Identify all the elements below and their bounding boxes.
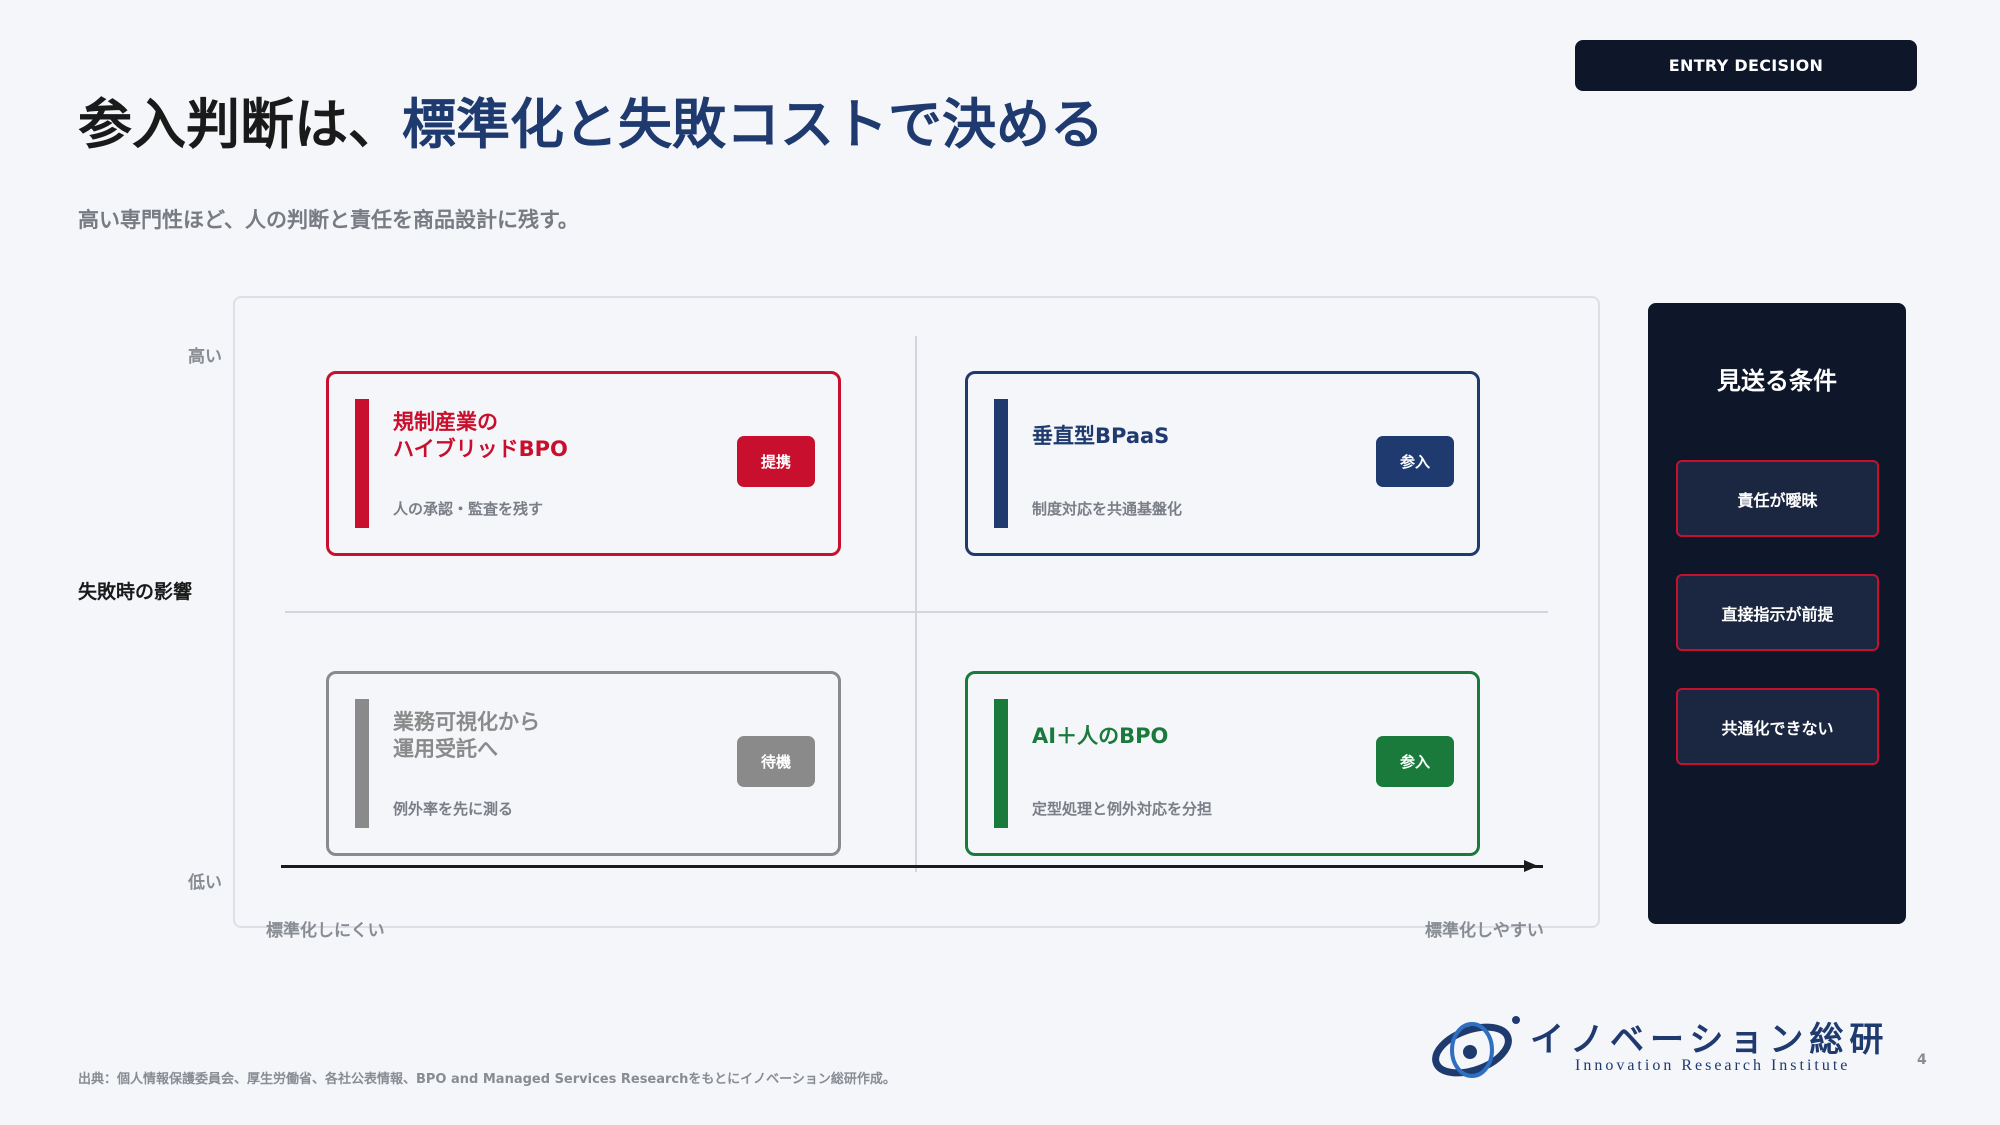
y-axis-title: 失敗時の影響 [78, 581, 193, 603]
quadrant-card-regulated-hybrid-bpo: 規制産業の ハイブリッドBPO 人の承認・監査を残す 提携 [326, 371, 841, 556]
x-axis-arrowhead [1524, 860, 1538, 872]
y-axis-high-label: 高い [188, 347, 222, 367]
card-title: 垂直型BPaaS [1032, 424, 1170, 448]
card-description: 例外率を先に測る [393, 800, 514, 818]
page-number: 4 [1917, 1052, 1927, 1068]
page-subtitle: 高い専門性ほど、人の判断と責任を商品設計に残す。 [78, 208, 579, 232]
y-axis-low-label: 低い [188, 873, 222, 893]
skip-condition-item: 直接指示が前提 [1676, 574, 1879, 651]
card-title: 規制産業の ハイブリッドBPO [393, 410, 568, 461]
action-badge-partner: 提携 [737, 436, 815, 487]
x-axis-left-label: 標準化しにくい [266, 921, 385, 941]
card-accent-bar [355, 399, 369, 528]
quadrant-card-visualization-to-operations: 業務可視化から 運用受託へ 例外率を先に測る 待機 [326, 671, 841, 856]
quadrant-card-vertical-bpaas: 垂直型BPaaS 制度対応を共通基盤化 参入 [965, 371, 1480, 556]
company-logo: イノベーション総研 Innovation Research Institute [1430, 1012, 1900, 1084]
matrix-horizontal-divider [285, 611, 1548, 613]
page-title: 参入判断は、標準化と失敗コストで決める [78, 80, 1104, 159]
card-description: 人の承認・監査を残す [393, 500, 544, 518]
card-title: 業務可視化から 運用受託へ [393, 710, 540, 761]
card-accent-bar [355, 699, 369, 828]
source-note: 出典：個人情報保護委員会、厚生労働省、各社公表情報、BPO and Manage… [78, 1072, 896, 1087]
logo-name: イノベーション総研 [1530, 1020, 1890, 1060]
skip-conditions-title: 見送る条件 [1717, 367, 1837, 395]
action-badge-wait: 待機 [737, 736, 815, 787]
action-badge-enter: 参入 [1376, 736, 1454, 787]
x-axis-right-label: 標準化しやすい [1425, 921, 1544, 941]
card-description: 制度対応を共通基盤化 [1032, 500, 1183, 518]
card-accent-bar [994, 699, 1008, 828]
skip-condition-item: 責任が曖昧 [1676, 460, 1879, 537]
orbit-logo-icon [1432, 1016, 1520, 1078]
logo-subtitle: Innovation Research Institute [1575, 1057, 1851, 1074]
action-badge-enter: 参入 [1376, 436, 1454, 487]
card-description: 定型処理と例外対応を分担 [1032, 800, 1213, 818]
title-main: 参入判断は、 [78, 93, 402, 156]
x-axis-arrow [281, 865, 1543, 868]
title-accent: 標準化と失敗コストで決める [402, 93, 1104, 156]
card-accent-bar [994, 399, 1008, 528]
skip-conditions-panel: 見送る条件 責任が曖昧 直接指示が前提 共通化できない [1648, 303, 1906, 924]
quadrant-card-ai-human-bpo: AI＋人のBPO 定型処理と例外対応を分担 参入 [965, 671, 1480, 856]
matrix-vertical-divider [915, 336, 917, 872]
skip-condition-item: 共通化できない [1676, 688, 1879, 765]
entry-decision-badge: ENTRY DECISION [1575, 40, 1917, 91]
card-title: AI＋人のBPO [1032, 724, 1169, 748]
